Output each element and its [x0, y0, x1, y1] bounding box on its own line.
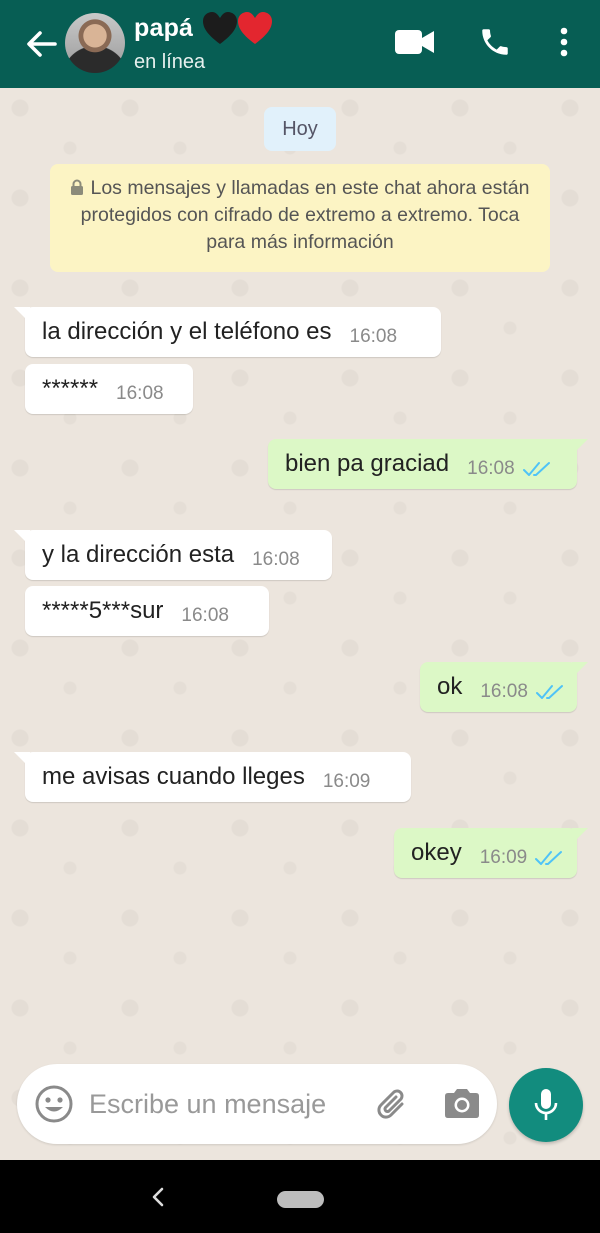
attach-button[interactable]: [372, 1084, 412, 1124]
message-time: 16:08: [116, 383, 164, 404]
message-bubble-outgoing[interactable]: ok 16:08: [420, 662, 588, 712]
message-text: okey: [411, 839, 462, 866]
message-bubble-incoming[interactable]: la dirección y el teléfono es 16:08: [14, 307, 441, 357]
bubble-tail: [572, 828, 588, 844]
hearts-emoji: [203, 12, 272, 44]
back-button[interactable]: [22, 26, 60, 62]
message-bubble-outgoing[interactable]: okey 16:09: [394, 828, 588, 878]
camera-icon: [445, 1089, 479, 1118]
message-time: 16:08: [181, 605, 229, 626]
more-vert-icon: [560, 27, 568, 57]
message-time: 16:08: [467, 458, 515, 479]
message-input[interactable]: [89, 1086, 359, 1122]
read-ticks-icon: [535, 685, 563, 699]
more-options-button[interactable]: [552, 22, 576, 62]
red-heart-icon: [238, 12, 272, 44]
bubble-tail: [14, 307, 30, 323]
message-bubble-incoming[interactable]: *****5***sur 16:08: [25, 586, 269, 636]
bubble-tail: [572, 662, 588, 678]
message-time: 16:08: [349, 326, 398, 347]
bubble-tail: [14, 530, 30, 546]
video-call-button[interactable]: [393, 22, 437, 62]
contact-status: en línea: [134, 51, 206, 73]
message-bubble-outgoing[interactable]: bien pa graciad 16:08: [268, 439, 588, 489]
black-heart-icon: [203, 12, 237, 44]
message-bubble-incoming[interactable]: me avisas cuando lleges 16:09: [14, 752, 411, 802]
message-text: me avisas cuando lleges: [42, 763, 305, 790]
camera-button[interactable]: [442, 1084, 482, 1124]
lock-icon: [71, 179, 84, 195]
message-time: 16:09: [322, 771, 371, 792]
contact-name[interactable]: papá: [134, 14, 193, 43]
contact-avatar[interactable]: [65, 13, 125, 73]
message-text: ******: [42, 375, 99, 402]
message-bubble-incoming[interactable]: y la dirección esta 16:08: [14, 530, 332, 580]
message-bubble-incoming[interactable]: ****** 16:08: [25, 364, 193, 414]
back-arrow-icon: [27, 31, 57, 57]
date-chip: Hoy: [264, 107, 336, 151]
emoji-icon: [35, 1085, 73, 1123]
video-call-icon: [395, 30, 434, 54]
emoji-button[interactable]: [34, 1084, 74, 1124]
bubble-tail: [14, 752, 30, 768]
message-text: *****5***sur: [42, 597, 164, 624]
message-text: la dirección y el teléfono es: [42, 318, 332, 345]
voice-call-button[interactable]: [475, 22, 515, 62]
message-time: 16:08: [252, 549, 300, 570]
mic-button[interactable]: [509, 1068, 583, 1142]
bubble-tail: [572, 439, 588, 455]
attach-icon: [377, 1089, 404, 1119]
read-ticks-icon: [535, 851, 563, 865]
system-navbar: [0, 1160, 600, 1233]
message-text: bien pa graciad: [285, 450, 450, 477]
mic-icon: [534, 1089, 558, 1120]
message-composer: [17, 1064, 497, 1144]
chat-header: papá en línea: [0, 0, 600, 88]
encryption-notice[interactable]: Los mensajes y llamadas en este chat aho…: [50, 164, 550, 272]
message-time: 16:09: [479, 847, 528, 868]
read-ticks-icon: [522, 462, 550, 476]
phone-icon: [482, 29, 508, 55]
nav-back-icon[interactable]: [148, 1184, 170, 1210]
message-time: 16:08: [480, 681, 528, 702]
nav-home-pill[interactable]: [277, 1191, 324, 1208]
message-text: ok: [437, 673, 463, 700]
encryption-notice-text: Los mensajes y llamadas en este chat aho…: [80, 177, 530, 253]
message-text: y la dirección esta: [42, 541, 235, 568]
